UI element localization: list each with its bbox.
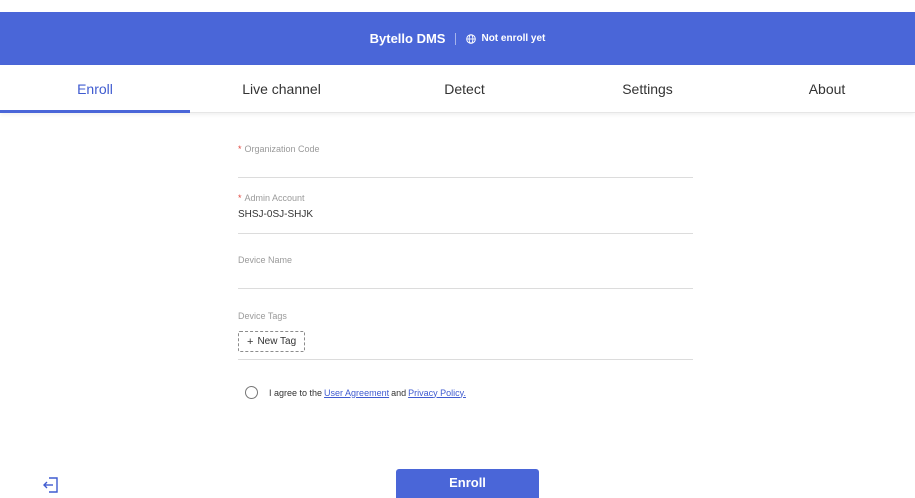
tab-detect[interactable]: Detect	[373, 65, 556, 112]
tab-about[interactable]: About	[739, 65, 915, 112]
organization-code-field[interactable]: * Organization Code	[238, 128, 693, 178]
device-name-input[interactable]	[238, 271, 693, 283]
enroll-button[interactable]: Enroll	[396, 469, 539, 498]
tab-settings[interactable]: Settings	[556, 65, 739, 112]
enroll-status: Not enroll yet	[466, 33, 545, 44]
device-tags-label: Device Tags	[238, 311, 287, 321]
agree-radio[interactable]	[245, 386, 258, 399]
tab-bar: Enroll Live channel Detect Settings Abou…	[0, 65, 915, 113]
enroll-status-text: Not enroll yet	[481, 33, 546, 44]
exit-button[interactable]	[41, 475, 61, 495]
admin-account-label: * Admin Account	[238, 193, 305, 203]
device-name-label: Device Name	[238, 255, 293, 265]
new-tag-button[interactable]: + New Tag	[238, 331, 306, 352]
organization-code-input[interactable]	[238, 160, 693, 172]
globe-icon	[466, 33, 477, 44]
admin-account-field[interactable]: * Admin Account SHSJ-0SJ-SHJK	[238, 178, 693, 234]
agreement-and: and	[391, 387, 407, 398]
privacy-policy-link[interactable]: Privacy Policy.	[408, 388, 466, 398]
agreement-row: I agree to the User Agreement and Privac…	[245, 386, 466, 399]
admin-account-input[interactable]: SHSJ-0SJ-SHJK	[238, 209, 693, 221]
organization-code-label: * Organization Code	[238, 144, 320, 154]
tab-live-channel[interactable]: Live channel	[190, 65, 373, 112]
user-agreement-link[interactable]: User Agreement	[324, 388, 389, 398]
app-title: Bytello DMS	[369, 31, 446, 46]
exit-icon	[43, 477, 58, 493]
plus-icon: +	[247, 335, 254, 348]
required-marker: *	[238, 193, 242, 203]
app-header: Bytello DMS Not enroll yet	[0, 12, 915, 65]
required-marker: *	[238, 144, 242, 154]
device-name-field[interactable]: Device Name	[238, 234, 693, 289]
new-tag-label: New Tag	[257, 336, 297, 347]
tab-enroll[interactable]: Enroll	[0, 65, 190, 113]
header-divider	[455, 32, 457, 45]
enroll-form: * Organization Code * Admin Account SHSJ…	[238, 128, 693, 360]
agreement-prefix: I agree to the	[269, 387, 323, 398]
top-strip	[0, 0, 915, 12]
device-tags-field: Device Tags + New Tag	[238, 289, 693, 360]
